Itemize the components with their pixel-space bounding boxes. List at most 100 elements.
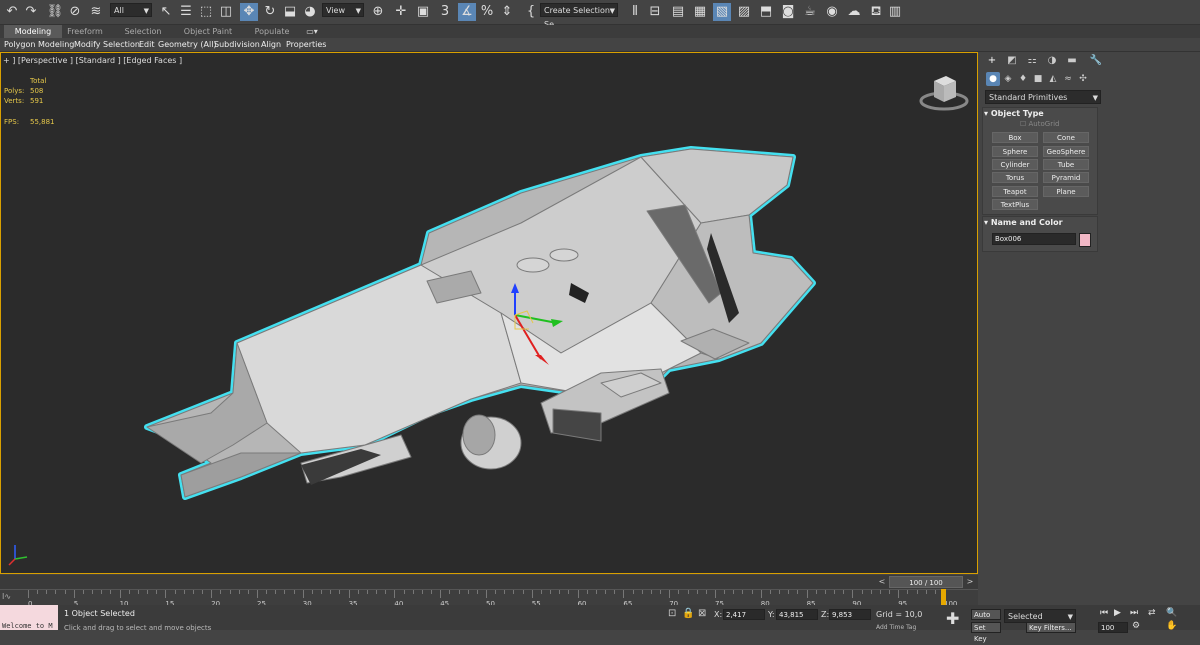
panel-align[interactable]: Align: [261, 38, 281, 51]
schematic-view-icon[interactable]: ▨: [735, 3, 753, 21]
toggle-ribbon-icon[interactable]: ▦: [691, 3, 709, 21]
panel-modify-selection[interactable]: Modify Selection: [74, 38, 140, 51]
tab-modeling[interactable]: Modeling: [4, 25, 62, 38]
panel-subdivision[interactable]: Subdivision: [214, 38, 260, 51]
select-and-rotate-icon[interactable]: ↻: [261, 3, 279, 21]
spaceship-model[interactable]: [1, 53, 978, 574]
rendered-frame-window-icon[interactable]: ☕: [801, 3, 819, 21]
object-color-swatch[interactable]: [1079, 233, 1091, 247]
current-frame-field[interactable]: 100: [1098, 622, 1128, 633]
rectangular-selection-icon[interactable]: ⬚: [197, 3, 215, 21]
pivot-center-icon[interactable]: ⊕: [369, 3, 387, 21]
select-object-icon[interactable]: ↖: [157, 3, 175, 21]
go-to-start-icon[interactable]: ⏮: [1100, 608, 1108, 618]
primitive-category-dropdown[interactable]: Standard Primitives ▼: [985, 90, 1101, 104]
set-key-button[interactable]: Set Key: [971, 622, 1001, 643]
y-coordinate-field[interactable]: 43,815: [776, 609, 818, 620]
name-color-header[interactable]: ▾ Name and Color: [984, 216, 1096, 229]
key-mode-toggle-icon[interactable]: ⇄: [1148, 608, 1156, 618]
key-filters-button[interactable]: Key Filters...: [1026, 622, 1076, 633]
panel-geometry-all[interactable]: Geometry (All): [158, 38, 217, 51]
angle-snap-icon[interactable]: ∡: [458, 3, 476, 21]
selection-lock-icon[interactable]: 🔒: [682, 608, 694, 619]
redo-icon[interactable]: ↷: [22, 3, 40, 21]
set-key-mode-icon[interactable]: ✚: [946, 609, 959, 628]
object-name-field[interactable]: Box006: [992, 233, 1076, 245]
prev-frame-icon[interactable]: <: [876, 576, 888, 588]
named-selection-dropdown[interactable]: Create Selection Se▼: [540, 3, 618, 29]
perspective-viewport[interactable]: + ] [Perspective ] [Standard ] [Edged Fa…: [0, 52, 978, 574]
render-activeshade-icon[interactable]: ⛾: [867, 3, 885, 21]
helpers-icon[interactable]: ◭: [1046, 72, 1060, 86]
render-iterative-icon[interactable]: ☁: [845, 3, 863, 21]
hierarchy-tab-icon[interactable]: ⚏: [1024, 54, 1040, 68]
layer-explorer-icon[interactable]: ▤: [669, 3, 687, 21]
motion-tab-icon[interactable]: ◑: [1044, 54, 1060, 68]
geosphere-button[interactable]: GeoSphere: [1043, 146, 1089, 157]
teapot-button[interactable]: Teapot: [992, 186, 1038, 197]
torus-button[interactable]: Torus: [992, 172, 1038, 183]
systems-icon[interactable]: ✣: [1076, 72, 1090, 86]
tube-button[interactable]: Tube: [1043, 159, 1089, 170]
unlink-icon[interactable]: ⊘: [66, 3, 84, 21]
track-bar[interactable]: Ⅰ∿ 0 5 10 15 20 25 30 35 40 45 50 55 60 65 70 75 80 85 90 9…: [0, 589, 978, 608]
selection-filter-dropdown[interactable]: All ▼: [110, 3, 152, 17]
geometry-icon[interactable]: ●: [986, 72, 1000, 86]
mirror-icon[interactable]: ⫴: [626, 3, 644, 21]
box-button[interactable]: Box: [992, 132, 1038, 143]
shapes-icon[interactable]: ◈: [1001, 72, 1015, 86]
window-crossing-icon[interactable]: ◫: [217, 3, 235, 21]
x-coordinate-field[interactable]: 2,417: [723, 609, 765, 620]
autogrid-checkbox[interactable]: ☐ AutoGrid: [1020, 120, 1059, 128]
isolate-selection-icon[interactable]: ⊡: [668, 608, 676, 619]
curve-editor-icon[interactable]: ▧: [713, 3, 731, 21]
snaps-toggle-icon[interactable]: 3: [436, 3, 454, 21]
percent-snap-icon[interactable]: %: [478, 3, 496, 21]
textplus-button[interactable]: TextPlus: [992, 199, 1038, 210]
render-setup-icon[interactable]: ◙: [779, 3, 797, 21]
select-and-scale-icon[interactable]: ⬓: [281, 3, 299, 21]
zoom-icon[interactable]: 🔍: [1166, 608, 1177, 618]
utilities-tab-icon[interactable]: 🔧: [1088, 54, 1104, 68]
material-editor-icon[interactable]: ⬒: [757, 3, 775, 21]
tab-populate[interactable]: Populate: [248, 25, 296, 38]
modify-tab-icon[interactable]: ◩: [1004, 54, 1020, 68]
plane-button[interactable]: Plane: [1043, 186, 1089, 197]
render-production-icon[interactable]: ◉: [823, 3, 841, 21]
absolute-mode-icon[interactable]: ⊠: [698, 608, 706, 619]
place-icon[interactable]: ◕: [301, 3, 319, 21]
next-key-icon[interactable]: ⏭: [1130, 608, 1138, 618]
cameras-icon[interactable]: ■: [1031, 72, 1045, 86]
panel-properties[interactable]: Properties: [286, 38, 326, 51]
lights-icon[interactable]: ♦: [1016, 72, 1030, 86]
display-tab-icon[interactable]: ▬: [1064, 54, 1080, 68]
time-cursor[interactable]: [941, 589, 946, 605]
reference-coordinate-dropdown[interactable]: View ▼: [322, 3, 364, 17]
time-slider[interactable]: < 100 / 100 >: [0, 575, 978, 589]
tab-selection[interactable]: Selection: [118, 25, 168, 38]
pyramid-button[interactable]: Pyramid: [1043, 172, 1089, 183]
edit-named-selection-icon[interactable]: {: [522, 3, 540, 21]
cone-button[interactable]: Cone: [1043, 132, 1089, 143]
ribbon-options-icon[interactable]: ▭▾: [306, 25, 318, 38]
render-cloud-icon[interactable]: ▥: [886, 3, 904, 21]
sphere-button[interactable]: Sphere: [992, 146, 1038, 157]
cylinder-button[interactable]: Cylinder: [992, 159, 1038, 170]
auto-key-button[interactable]: Auto Key: [971, 609, 1001, 630]
tab-object-paint[interactable]: Object Paint: [180, 25, 236, 38]
keyboard-shortcut-icon[interactable]: ▣: [414, 3, 432, 21]
panel-edit[interactable]: Edit: [139, 38, 155, 51]
play-icon[interactable]: ▶: [1114, 608, 1121, 618]
next-frame-icon[interactable]: >: [964, 576, 976, 588]
align-icon[interactable]: ⊟: [646, 3, 664, 21]
track-bar-toggle-icon[interactable]: Ⅰ∿: [2, 592, 11, 601]
panel-polygon-modeling[interactable]: Polygon Modeling: [4, 38, 74, 51]
frame-display[interactable]: 100 / 100: [889, 576, 963, 588]
select-and-move-icon[interactable]: ✥: [240, 3, 258, 21]
z-coordinate-field[interactable]: 9,853: [829, 609, 871, 620]
create-tab-icon[interactable]: +: [984, 54, 1000, 68]
bind-space-warp-icon[interactable]: ≋: [87, 3, 105, 21]
select-manipulate-icon[interactable]: ✛: [392, 3, 410, 21]
link-icon[interactable]: ⛓: [46, 3, 64, 21]
undo-icon[interactable]: ↶: [3, 3, 21, 21]
